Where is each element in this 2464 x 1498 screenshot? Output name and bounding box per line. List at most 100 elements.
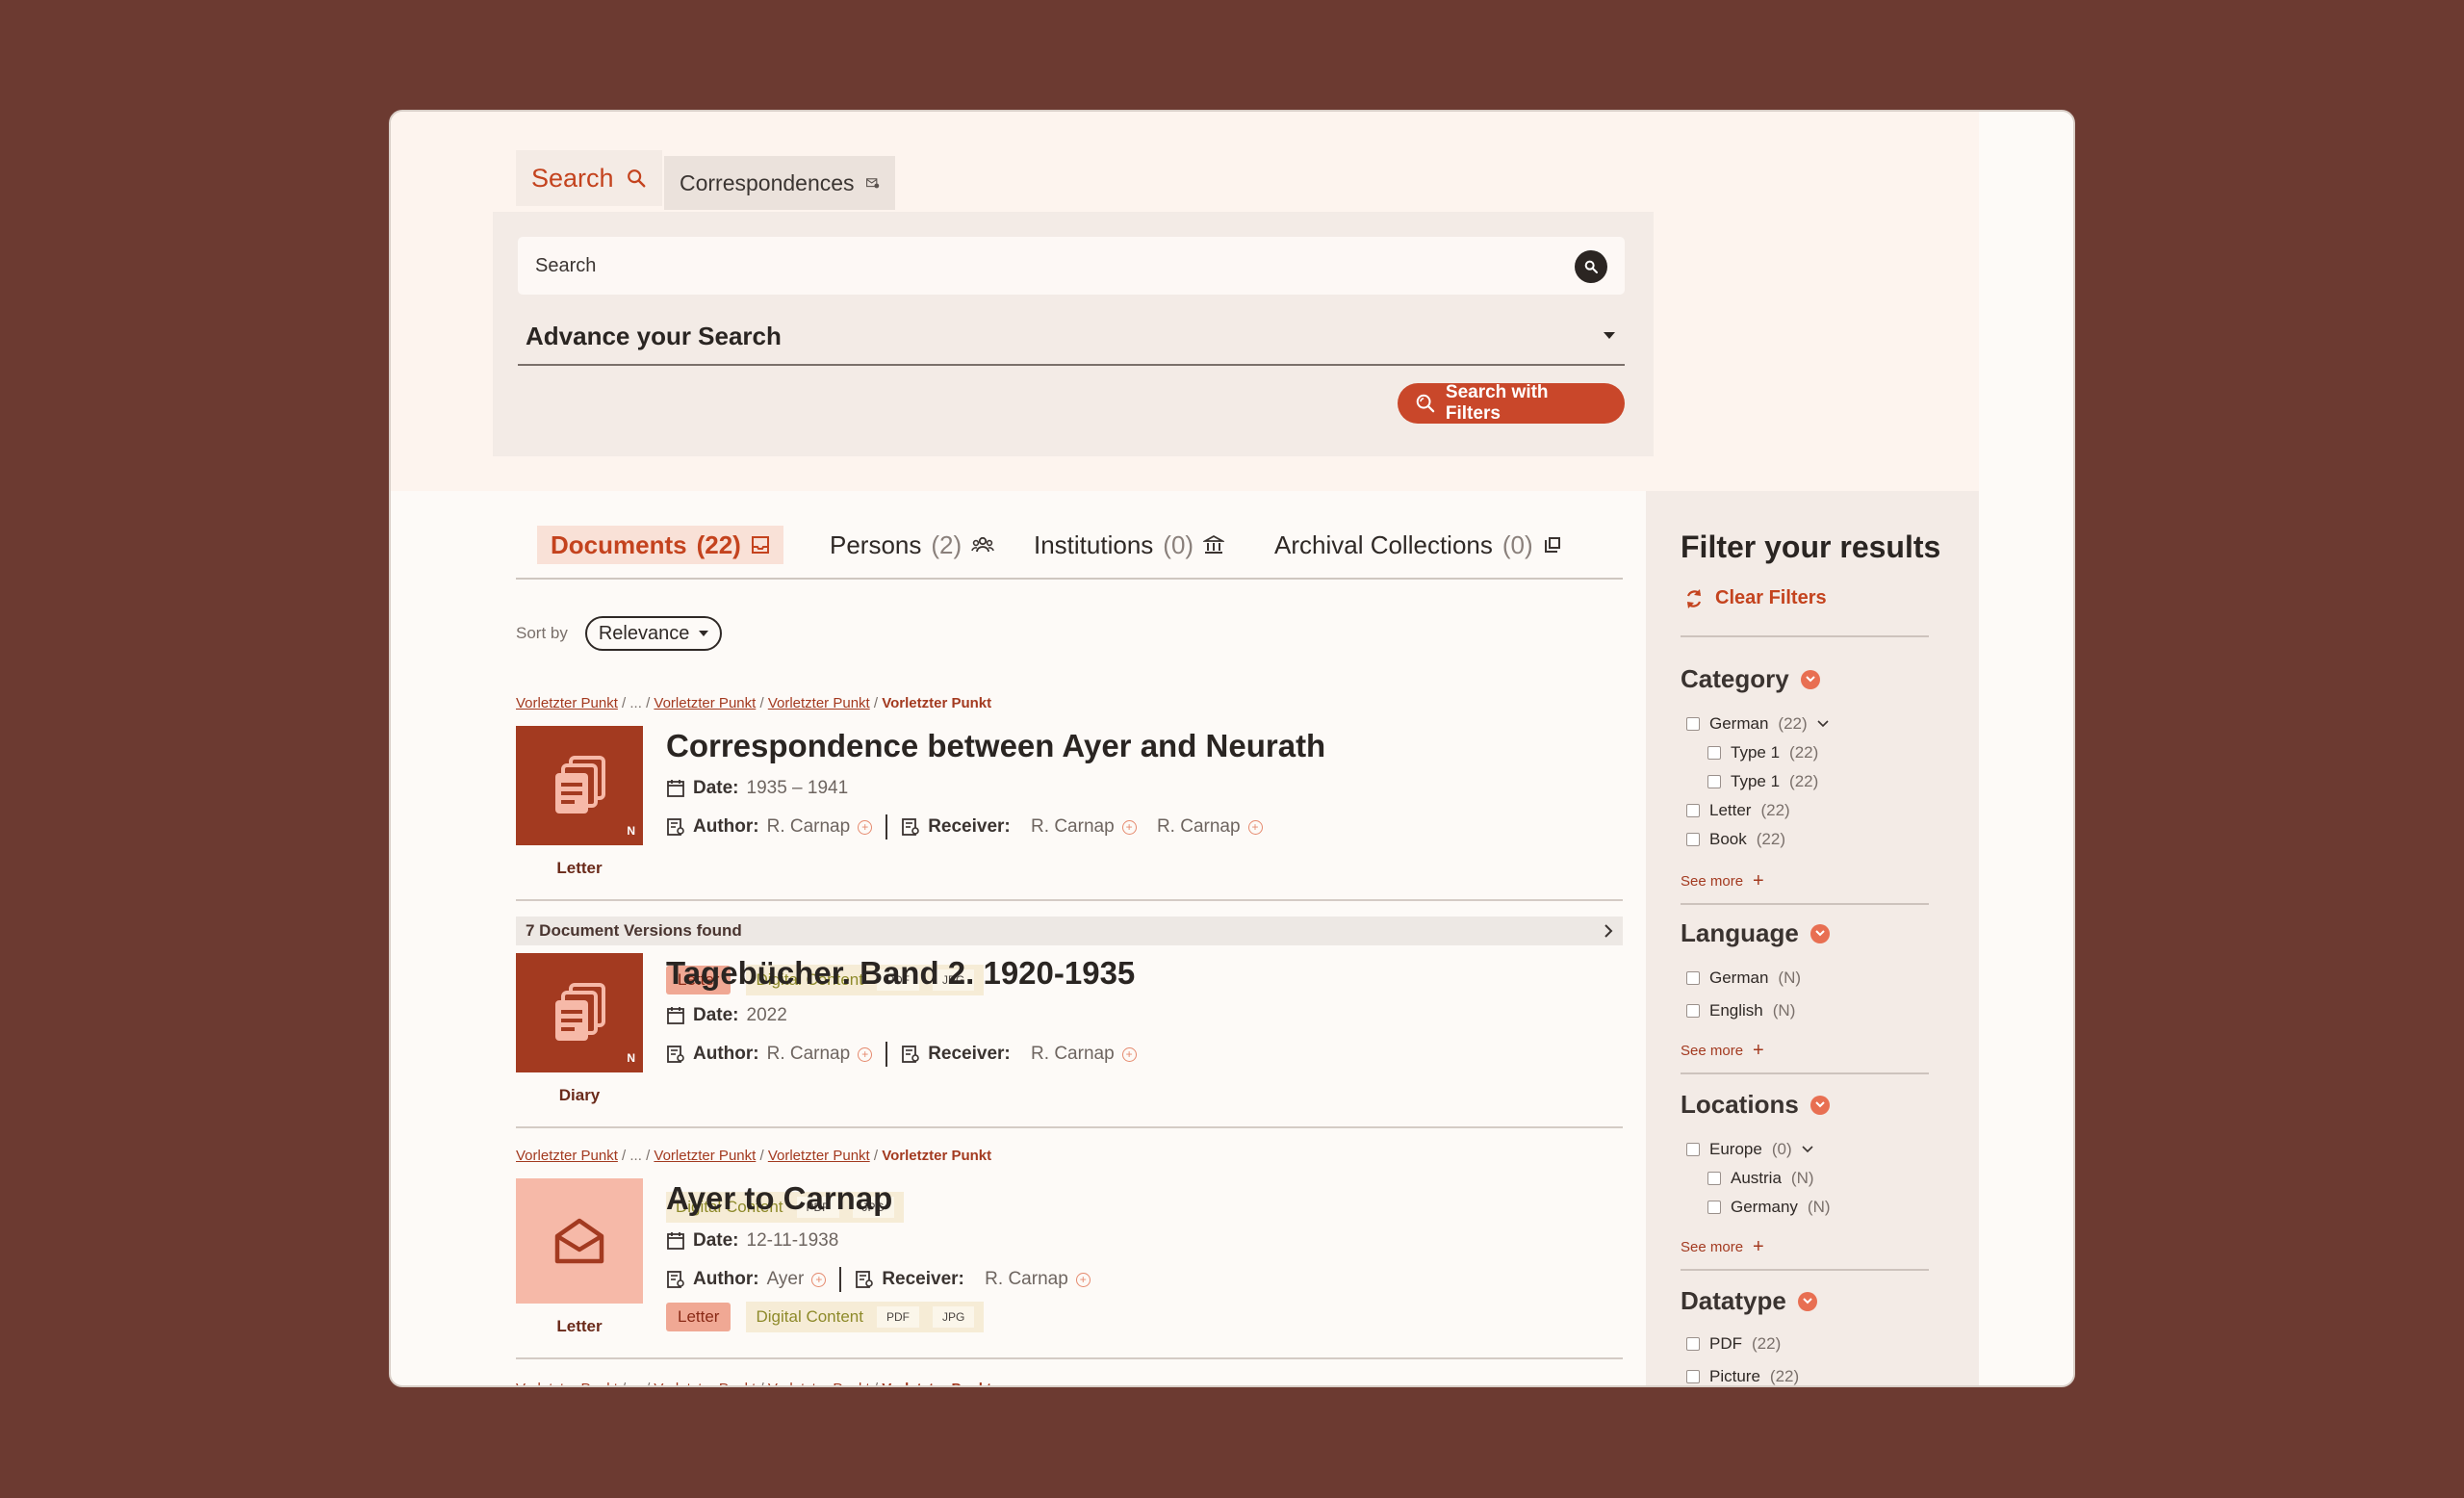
checkbox[interactable] <box>1686 1143 1700 1156</box>
category-tag[interactable]: Letter <box>666 1303 732 1331</box>
document-type-label: Letter <box>556 1317 603 1335</box>
document-title[interactable]: Ayer to Carnap <box>666 1180 892 1217</box>
chevron-down-icon[interactable] <box>1810 923 1830 943</box>
checkbox[interactable] <box>1686 804 1700 817</box>
mail-search-icon <box>865 178 879 189</box>
filter-category-header[interactable]: Category <box>1681 664 1820 694</box>
author-name[interactable]: R. Carnap <box>767 816 851 838</box>
add-icon[interactable]: + <box>1121 819 1137 835</box>
chevron-down-icon[interactable] <box>1802 1146 1813 1153</box>
tab-search[interactable]: Search <box>516 150 662 206</box>
tab-correspondences[interactable]: Correspondences <box>664 156 895 210</box>
document-thumbnail[interactable]: N <box>516 953 643 1072</box>
breadcrumb-link[interactable]: Vorletzter Punkt <box>768 1148 870 1164</box>
caret-down-icon <box>699 631 709 636</box>
add-icon[interactable]: + <box>1075 1272 1091 1287</box>
search-with-filters-button[interactable]: Search with Filters <box>1398 382 1625 424</box>
see-more-link[interactable]: See more + <box>1681 1236 1764 1258</box>
add-icon[interactable]: + <box>1247 819 1263 835</box>
filter-option[interactable]: Austria (N) <box>1707 1169 1814 1188</box>
tab-archival-collections[interactable]: Archival Collections (0) <box>1274 526 1562 564</box>
author-name[interactable]: R. Carnap <box>767 1044 851 1065</box>
receiver-label: Receiver: <box>928 1044 1011 1064</box>
breadcrumb-link[interactable]: Vorletzter Punkt <box>654 695 756 711</box>
filter-option[interactable]: English (N) <box>1686 1001 1795 1020</box>
breadcrumb-link[interactable]: Vorletzter Punkt <box>516 695 618 711</box>
checkbox[interactable] <box>1686 833 1700 846</box>
tab-documents[interactable]: Documents (22) <box>537 526 783 564</box>
clear-filters-button[interactable]: Clear Filters <box>1684 587 1827 609</box>
sort-label: Sort by <box>516 624 568 642</box>
filter-option[interactable]: Germany (N) <box>1707 1198 1831 1217</box>
checkbox[interactable] <box>1686 1337 1700 1351</box>
filter-option[interactable]: Europe (0) <box>1686 1140 1813 1159</box>
receiver-name[interactable]: R. Carnap <box>1157 816 1241 838</box>
thumbnail-badge: N <box>627 1051 635 1065</box>
filter-option[interactable]: Book (22) <box>1686 830 1785 849</box>
date-value: 12-11-1938 <box>746 1230 839 1251</box>
option-count: (22) <box>1769 1367 1800 1385</box>
see-more-link[interactable]: See more + <box>1681 1040 1764 1062</box>
divider <box>839 1267 842 1292</box>
add-icon[interactable]: + <box>1121 1046 1137 1062</box>
document-title[interactable]: Tagebücher. Band 2. 1920-1935 <box>666 955 1135 992</box>
result-divider <box>516 1357 1623 1359</box>
filter-option[interactable]: Letter (22) <box>1686 801 1790 820</box>
see-more-link[interactable]: See more + <box>1681 870 1764 892</box>
search-submit-button[interactable] <box>1575 250 1607 283</box>
author-icon <box>667 1046 684 1063</box>
chevron-down-icon[interactable] <box>1817 720 1829 728</box>
breadcrumb-link[interactable]: Vorletzter Punkt <box>654 1381 756 1385</box>
checkbox[interactable] <box>1707 1201 1721 1214</box>
filter-option[interactable]: Type 1 (22) <box>1707 743 1818 762</box>
receiver-name[interactable]: R. Carnap <box>985 1269 1068 1290</box>
receiver-name[interactable]: R. Carnap <box>1031 1044 1115 1065</box>
option-count: (22) <box>1778 714 1808 733</box>
breadcrumb-link[interactable]: Vorletzter Punkt <box>768 1381 870 1385</box>
option-count: (22) <box>1760 801 1790 819</box>
filter-option[interactable]: German (N) <box>1686 969 1801 988</box>
checkbox[interactable] <box>1707 746 1721 760</box>
document-thumbnail[interactable]: N <box>516 726 643 845</box>
breadcrumb-link[interactable]: Vorletzter Punkt <box>516 1148 618 1164</box>
filter-option[interactable]: German (22) <box>1686 714 1829 734</box>
document-date: Date: 12-11-1938 <box>666 1230 838 1252</box>
checkbox[interactable] <box>1686 717 1700 731</box>
filter-language-header[interactable]: Language <box>1681 918 1830 948</box>
chevron-down-icon[interactable] <box>1810 1095 1830 1115</box>
chevron-down-icon[interactable] <box>1800 669 1820 689</box>
document-thumbnail[interactable] <box>516 1178 643 1304</box>
receiver-name[interactable]: R. Carnap <box>1031 816 1115 838</box>
add-icon[interactable]: + <box>858 1046 873 1062</box>
digital-content-label: Digital Content <box>756 1307 863 1326</box>
document-versions-bar[interactable]: 7 Document Versions found <box>516 917 1623 945</box>
filter-option[interactable]: PDF (22) <box>1686 1334 1781 1354</box>
tab-institutions-label: Institutions <box>1034 529 1154 559</box>
filter-option[interactable]: Picture (22) <box>1686 1367 1800 1385</box>
filter-locations-header[interactable]: Locations <box>1681 1090 1830 1120</box>
breadcrumb-link[interactable]: Vorletzter Punkt <box>768 695 870 711</box>
people-icon <box>971 536 994 553</box>
checkbox[interactable] <box>1686 1370 1700 1383</box>
advanced-search-toggle[interactable]: Advance your Search <box>518 308 1625 366</box>
breadcrumb-link[interactable]: Vorletzter Punkt <box>654 1148 756 1164</box>
checkbox[interactable] <box>1686 971 1700 985</box>
filter-option[interactable]: Type 1 (22) <box>1707 772 1818 791</box>
breadcrumb-link[interactable]: Vorletzter Punkt <box>516 1381 618 1385</box>
add-icon[interactable]: + <box>811 1272 827 1287</box>
sort-select[interactable]: Relevance <box>584 616 723 651</box>
document-title[interactable]: Correspondence between Ayer and Neurath <box>666 728 1325 764</box>
checkbox[interactable] <box>1707 1172 1721 1185</box>
checkbox[interactable] <box>1686 1004 1700 1018</box>
tab-persons[interactable]: Persons (2) <box>830 526 994 564</box>
add-icon[interactable]: + <box>858 819 873 835</box>
search-placeholder: Search <box>535 254 597 276</box>
tab-institutions[interactable]: Institutions (0) <box>1034 526 1225 564</box>
digital-content-tag[interactable]: Digital Content PDF JPG <box>746 1302 985 1332</box>
search-input[interactable]: Search <box>518 237 1625 295</box>
chevron-down-icon[interactable] <box>1797 1291 1817 1311</box>
author-name[interactable]: Ayer <box>767 1269 805 1290</box>
filter-datatype-header[interactable]: Datatype <box>1681 1286 1817 1316</box>
refresh-icon <box>1686 588 1702 608</box>
checkbox[interactable] <box>1707 775 1721 788</box>
